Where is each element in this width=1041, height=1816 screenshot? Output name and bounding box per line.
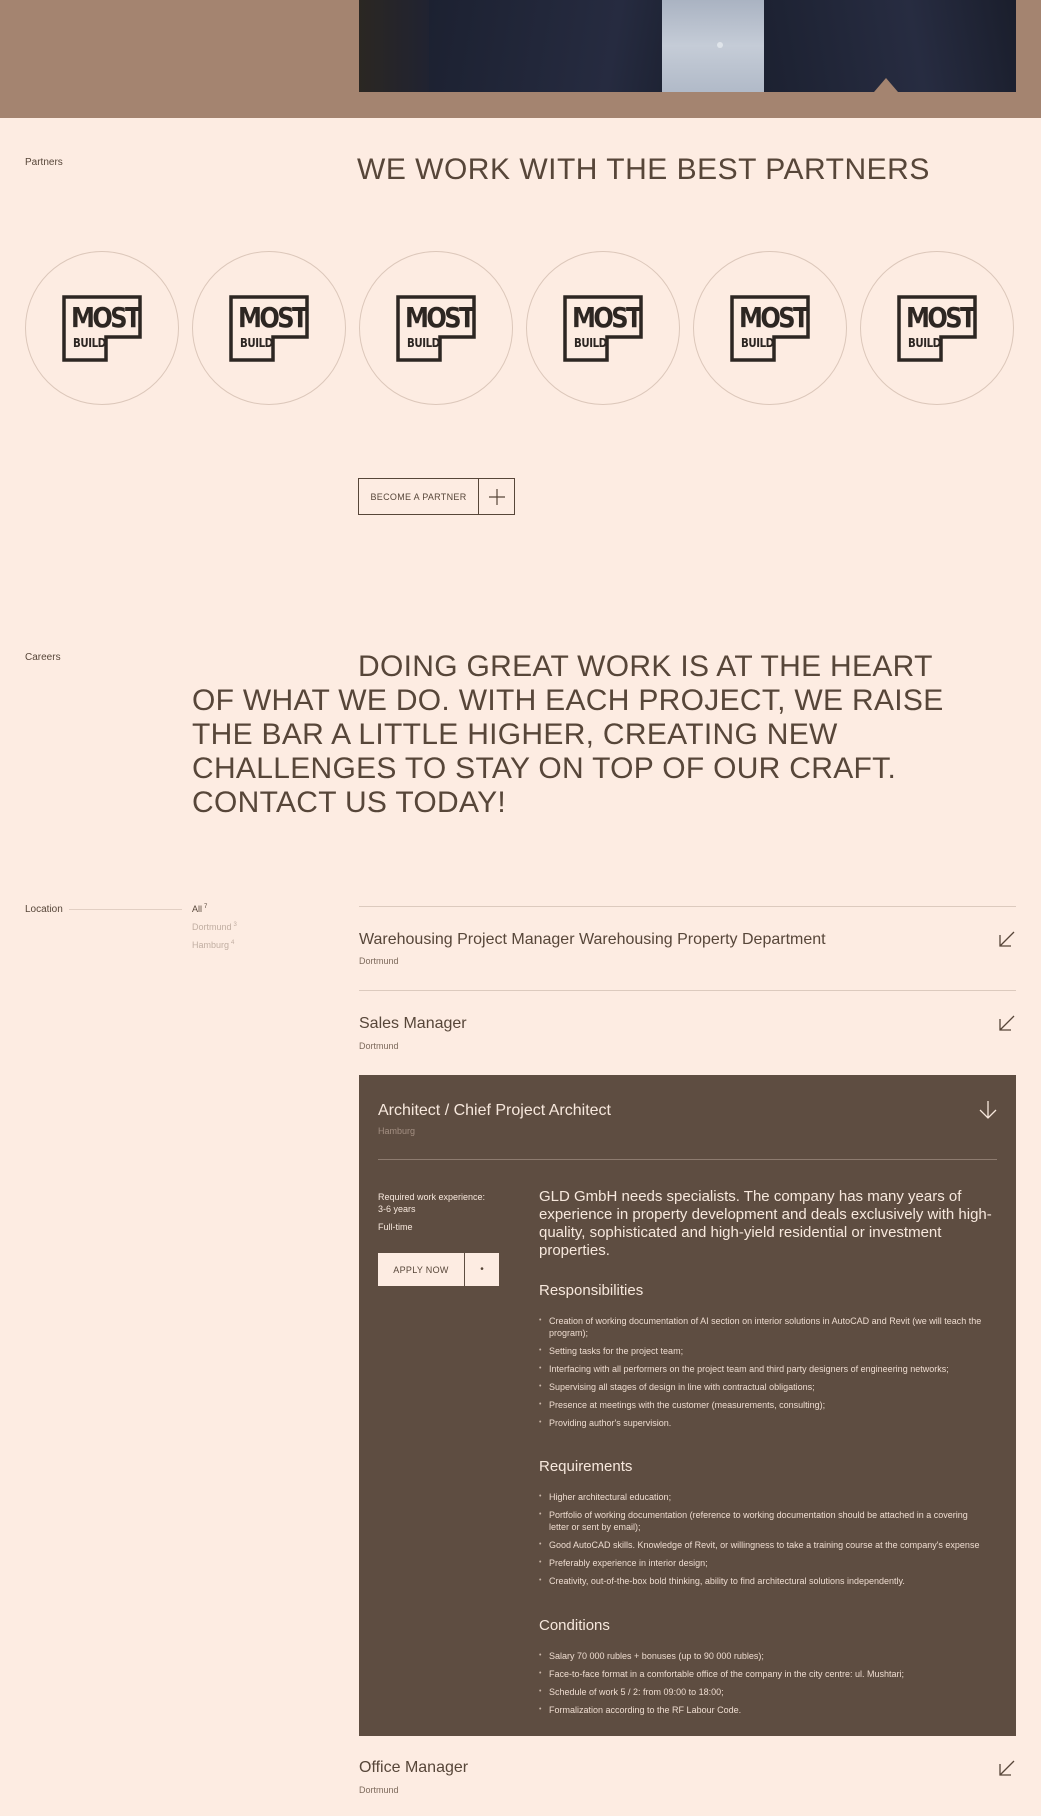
responsibility-item: Setting tasks for the project team; (539, 1345, 989, 1357)
row-divider (359, 906, 1016, 907)
location-label: Location (25, 904, 63, 915)
requirements-list: Higher architectural education; Portfolio… (539, 1491, 989, 1593)
job-title-sales-manager[interactable]: Sales Manager (359, 1015, 467, 1033)
become-partner-label: BECOME A PARTNER (359, 479, 479, 514)
responsibility-item: Presence at meetings with the customer (… (539, 1399, 989, 1411)
partner-logo[interactable]: MOST BUILD (25, 251, 179, 405)
condition-item: Schedule of work 5 / 2: from 09:00 to 18… (539, 1686, 989, 1698)
hero-band (0, 0, 1041, 118)
most-build-logo: MOST BUILD (730, 294, 810, 362)
row-divider (359, 990, 1016, 991)
job-title-architect[interactable]: Architect / Chief Project Architect (378, 1102, 611, 1120)
job-title-warehousing[interactable]: Warehousing Project Manager Warehousing … (359, 931, 826, 949)
job-intro: GLD GmbH needs specialists. The company … (539, 1188, 992, 1259)
requirement-item: Higher architectural education; (539, 1491, 989, 1503)
job-city: Dortmund (359, 1041, 399, 1051)
job-city: Dortmund (359, 1785, 399, 1795)
job-title-office-manager[interactable]: Office Manager (359, 1759, 468, 1777)
experience-value: 3-6 years (378, 1204, 416, 1214)
partner-logo[interactable]: MOST BUILD (192, 251, 346, 405)
apply-now-button[interactable]: APPLY NOW • (378, 1253, 499, 1286)
hero-photo (359, 0, 1016, 92)
condition-item: Face-to-face format in a comfortable off… (539, 1668, 989, 1680)
partner-logo[interactable]: MOST BUILD (860, 251, 1014, 405)
requirements-heading: Requirements (539, 1458, 633, 1475)
most-build-logo: MOST BUILD (897, 294, 977, 362)
arrow-down-icon[interactable] (979, 1100, 997, 1125)
requirement-item: Portfolio of working documentation (refe… (539, 1509, 989, 1533)
responsibilities-heading: Responsibilities (539, 1282, 644, 1299)
requirement-item: Preferably experience in interior design… (539, 1557, 989, 1569)
card-divider (378, 1159, 997, 1160)
requirement-item: Good AutoCAD skills. Knowledge of Revit,… (539, 1539, 989, 1551)
apply-now-label: APPLY NOW (378, 1253, 464, 1286)
most-build-logo: MOST BUILD (396, 294, 476, 362)
most-build-logo: MOST BUILD (62, 294, 142, 362)
requirement-item: Creativity, out-of-the-box bold thinking… (539, 1575, 989, 1587)
arrow-down-left-icon[interactable] (999, 1760, 1017, 1778)
partners-heading: WE WORK WITH THE BEST PARTNERS (357, 153, 930, 186)
conditions-heading: Conditions (539, 1617, 610, 1634)
responsibility-item: Providing author's supervision. (539, 1417, 989, 1429)
job-city: Hamburg (378, 1126, 416, 1136)
arrow-down-left-icon[interactable] (999, 1015, 1017, 1033)
condition-item: Salary 70 000 rubles + bonuses (up to 90… (539, 1650, 989, 1662)
arrow-down-left-icon[interactable] (999, 931, 1017, 949)
condition-item: Formalization according to the RF Labour… (539, 1704, 989, 1716)
dot-icon: • (465, 1253, 499, 1286)
responsibility-item: Supervising all stages of design in line… (539, 1381, 989, 1393)
careers-statement: DOING GREAT WORK IS AT THE HEART OF WHAT… (192, 650, 944, 819)
conditions-list: Salary 70 000 rubles + bonuses (up to 90… (539, 1650, 989, 1722)
location-divider (69, 909, 182, 910)
partner-logo[interactable]: MOST BUILD (526, 251, 680, 405)
plus-icon (479, 479, 514, 514)
job-card-expanded: Architect / Chief Project Architect Hamb… (359, 1075, 1016, 1736)
partner-logo[interactable]: MOST BUILD (693, 251, 847, 405)
experience-label: Required work experience: (378, 1192, 486, 1202)
become-partner-button[interactable]: BECOME A PARTNER (358, 478, 515, 515)
most-build-logo: MOST BUILD (229, 294, 309, 362)
filter-dortmund[interactable]: Dortmund 3 (192, 922, 237, 932)
responsibility-item: Creation of working documentation of AI … (539, 1315, 989, 1339)
filter-hamburg[interactable]: Hamburg 4 (192, 940, 234, 950)
employment-type: Full-time (378, 1222, 413, 1232)
partner-logo[interactable]: MOST BUILD (359, 251, 513, 405)
responsibility-item: Interfacing with all performers on the p… (539, 1363, 989, 1375)
filter-all[interactable]: All 7 (192, 904, 207, 914)
partners-label: Partners (25, 157, 63, 168)
job-city: Dortmund (359, 956, 399, 966)
most-build-logo: MOST BUILD (563, 294, 643, 362)
responsibilities-list: Creation of working documentation of AI … (539, 1315, 989, 1435)
careers-label: Careers (25, 652, 61, 663)
